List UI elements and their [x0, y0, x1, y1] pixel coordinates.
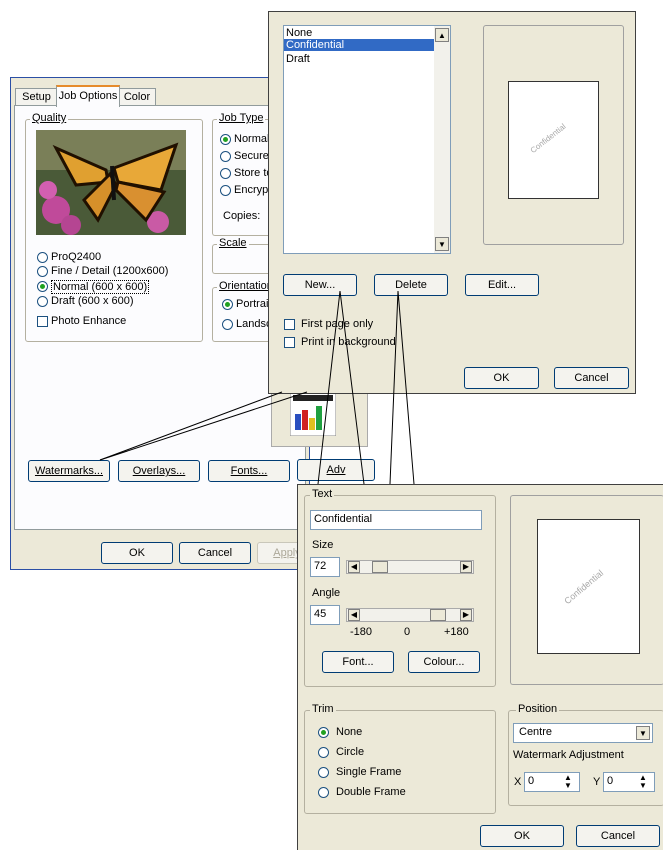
tab-job-options[interactable]: Job Options [56, 85, 120, 107]
callout-lines [99, 290, 415, 485]
tab-label: Job Options [58, 90, 118, 102]
